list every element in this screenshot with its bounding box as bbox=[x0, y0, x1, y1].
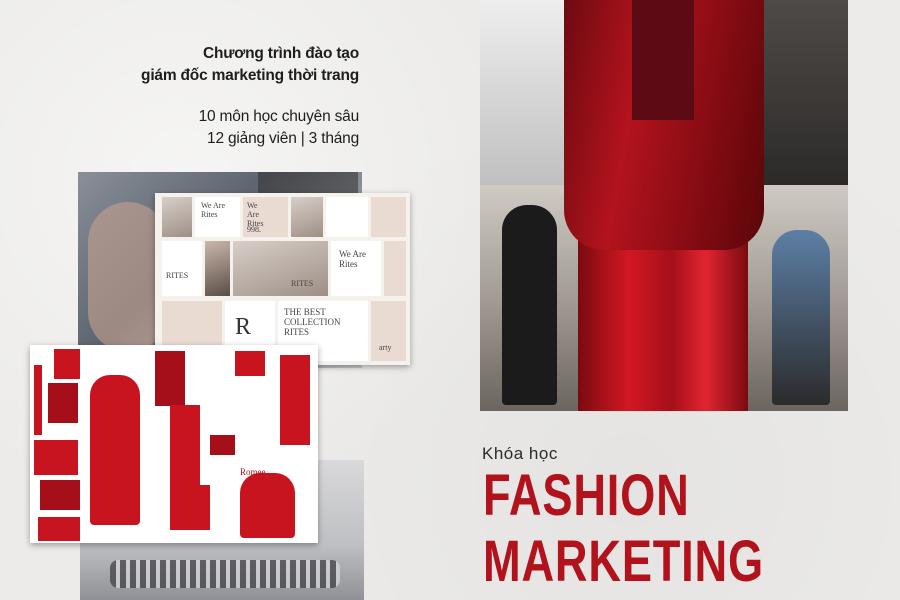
red-item bbox=[40, 480, 80, 510]
program-stats: 10 môn học chuyên sâu 12 giảng viên | 3 … bbox=[198, 106, 360, 150]
program-heading-line-1: Chương trình đào tạo bbox=[202, 45, 359, 62]
board-photo bbox=[291, 197, 323, 237]
program-heading-line-2: giám đốc marketing thời trang bbox=[141, 67, 359, 84]
program-heading: Chương trình đào tạo giám đốc marketing … bbox=[141, 43, 359, 87]
beads-strand bbox=[110, 560, 340, 588]
board-tile: We Are Rites bbox=[331, 241, 381, 296]
red-item bbox=[34, 440, 78, 475]
board-text: RITES bbox=[166, 271, 189, 280]
board-tile: We Are Rites 998. bbox=[243, 197, 288, 237]
board-photo: RITES bbox=[233, 241, 328, 296]
red-item bbox=[38, 517, 80, 541]
program-stats-subjects: 10 môn học chuyên sâu bbox=[198, 108, 360, 125]
board-tile bbox=[384, 241, 406, 296]
brand-board-image: We Are Rites We Are Rites 998. RITES RIT… bbox=[155, 193, 410, 365]
red-sweater bbox=[240, 473, 295, 538]
board-text: We Are Rites bbox=[339, 249, 367, 269]
board-text: We Are Rites bbox=[201, 201, 226, 219]
red-item bbox=[210, 435, 235, 455]
runway-model-photo bbox=[480, 0, 848, 411]
board-text: THE BEST COLLECTION RITES bbox=[284, 307, 341, 337]
red-item bbox=[48, 383, 78, 423]
board-tile bbox=[326, 197, 368, 237]
board-photo: arty bbox=[371, 301, 406, 361]
mannequin bbox=[502, 205, 557, 405]
board-tile: RITES bbox=[162, 241, 202, 296]
board-photo bbox=[205, 241, 230, 296]
board-text: 998. bbox=[247, 225, 261, 234]
board-letter: R bbox=[235, 314, 252, 340]
board-text: arty bbox=[379, 343, 392, 352]
board-text: We Are Rites bbox=[247, 201, 264, 228]
course-title-line-2: MARKETING bbox=[483, 529, 764, 594]
moodboard-label: Romee bbox=[240, 467, 266, 477]
dark-red-shirt bbox=[632, 0, 694, 120]
red-item bbox=[54, 349, 80, 379]
red-item bbox=[34, 365, 42, 435]
red-dress-model bbox=[90, 375, 140, 525]
red-bag bbox=[170, 485, 210, 530]
board-tile: We Are Rites bbox=[195, 197, 240, 237]
board-text: RITES bbox=[291, 279, 314, 288]
course-title-line-1: FASHION bbox=[483, 463, 690, 528]
red-moodboard-image: Romee bbox=[30, 345, 318, 543]
red-item bbox=[280, 355, 310, 445]
mannequin bbox=[772, 230, 830, 405]
course-label: Khóa học bbox=[482, 444, 558, 463]
red-item bbox=[235, 351, 265, 376]
board-photo bbox=[162, 197, 192, 237]
board-tile bbox=[371, 197, 406, 237]
red-item bbox=[155, 351, 185, 406]
program-stats-instructors: 12 giảng viên | 3 tháng bbox=[207, 130, 359, 147]
